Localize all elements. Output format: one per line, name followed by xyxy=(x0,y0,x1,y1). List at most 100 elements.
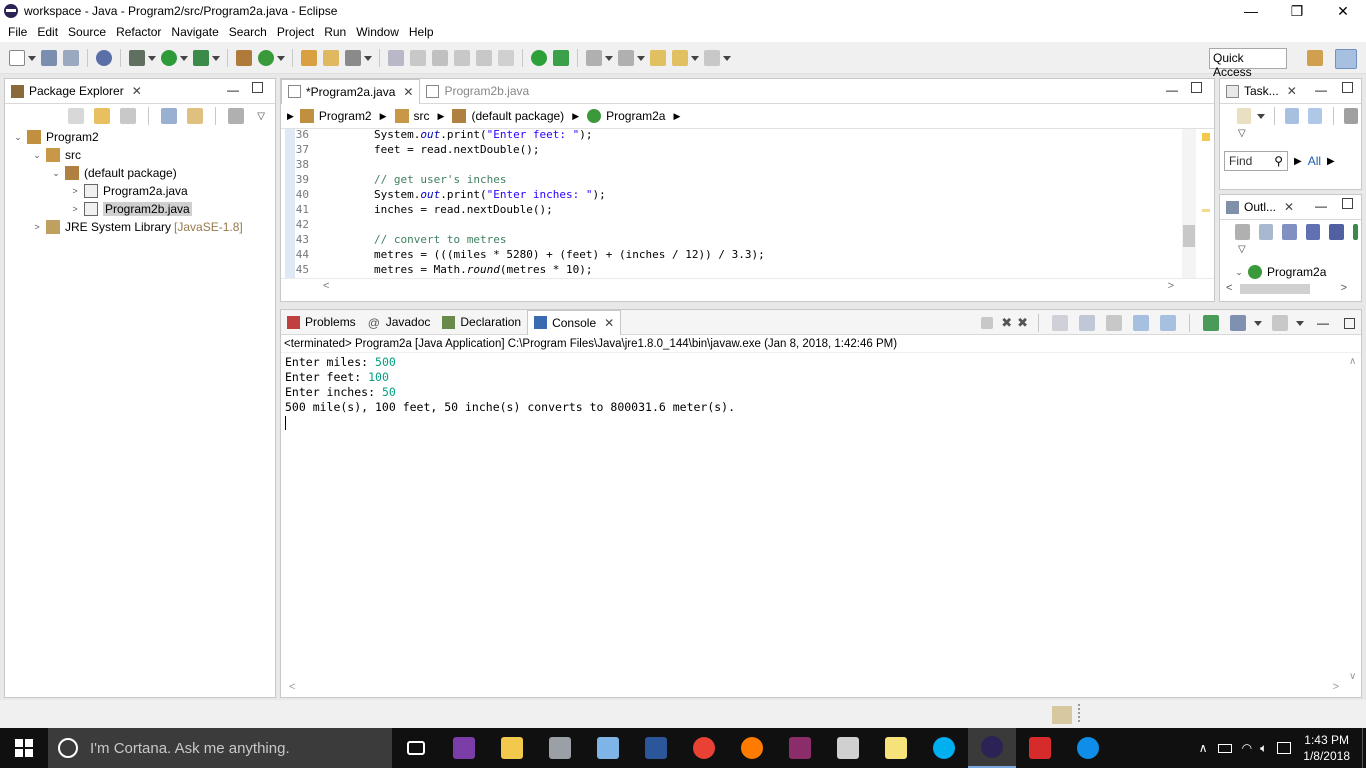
tab-task-list[interactable]: Task... ✕ xyxy=(1220,79,1303,104)
debug-icon[interactable] xyxy=(129,49,145,66)
menu-project[interactable]: Project xyxy=(273,25,320,39)
remove-all-icon[interactable]: ✖ xyxy=(1017,315,1028,331)
volume-muted-icon[interactable]: 🔈︎ xyxy=(1260,741,1267,756)
new-icon[interactable] xyxy=(9,49,25,66)
scheduled-icon[interactable] xyxy=(1308,108,1322,124)
horizontal-scrollbar[interactable]: < > xyxy=(281,681,1361,697)
taskbar-app[interactable] xyxy=(920,728,968,768)
hide-nonpublic-icon[interactable] xyxy=(1352,224,1359,240)
code-line[interactable]: 38 xyxy=(287,157,765,172)
menu-search[interactable]: Search xyxy=(225,25,273,39)
taskbar-app[interactable] xyxy=(536,728,584,768)
taskbar-app[interactable] xyxy=(968,728,1016,768)
tab-console[interactable]: Console ✕ xyxy=(527,309,622,335)
show-whitespace-icon[interactable] xyxy=(476,49,492,66)
collapse-icon[interactable] xyxy=(1258,224,1274,240)
code-area[interactable]: 36 System.out.print("Enter feet: "); 37 f… xyxy=(287,129,765,277)
maximize-view-icon[interactable] xyxy=(1344,317,1355,329)
code-line[interactable]: 42 xyxy=(287,217,765,232)
dropdown-icon[interactable] xyxy=(28,55,36,61)
focus-icon[interactable] xyxy=(228,108,245,124)
minimize-button[interactable]: — xyxy=(1228,0,1274,22)
collapse-all-icon[interactable] xyxy=(161,108,178,124)
minimize-view-icon[interactable]: — xyxy=(1315,199,1327,213)
word-wrap-icon[interactable] xyxy=(1106,315,1122,331)
console-output[interactable]: Enter miles: 500 Enter feet: 100 Enter inc… xyxy=(281,353,1361,417)
editor-tab[interactable]: Program2b.java xyxy=(420,79,535,104)
hide-fields-icon[interactable] xyxy=(1305,224,1321,240)
clear-console-icon[interactable] xyxy=(1052,315,1068,331)
format-icon[interactable] xyxy=(432,49,448,66)
open-folder-icon[interactable] xyxy=(323,49,339,66)
updates-icon[interactable] xyxy=(1052,706,1072,724)
forward-icon[interactable] xyxy=(704,49,720,66)
play-icon[interactable]: ▶ xyxy=(1327,156,1335,167)
dropdown-icon[interactable] xyxy=(212,55,220,61)
collapsed-twisty-icon[interactable]: > xyxy=(70,186,80,196)
code-line[interactable]: 44 metres = (((miles * 5280) + (feet) + … xyxy=(287,247,765,262)
dropdown-icon[interactable] xyxy=(180,55,188,61)
taskbar-app[interactable] xyxy=(776,728,824,768)
tab-outline[interactable]: Outl... ✕ xyxy=(1220,195,1300,220)
code-line[interactable]: 40 System.out.print("Enter inches: "); xyxy=(287,187,765,202)
minimize-view-icon[interactable]: — xyxy=(227,83,239,97)
taskbar-app[interactable] xyxy=(1064,728,1112,768)
editor-tab[interactable]: *Program2a.java ✕ xyxy=(281,78,421,104)
menu-run[interactable]: Run xyxy=(320,25,352,39)
dropdown-icon[interactable] xyxy=(605,55,613,61)
chevron-up-icon[interactable]: ∧ xyxy=(1199,741,1208,755)
annotation-icon[interactable] xyxy=(388,49,404,66)
close-icon[interactable]: ✕ xyxy=(1284,200,1294,214)
forward-nav-icon[interactable] xyxy=(94,108,111,124)
view-menu-icon[interactable]: ▽ xyxy=(1220,128,1361,148)
tab-problems[interactable]: Problems xyxy=(281,310,362,335)
green-square-icon[interactable] xyxy=(553,49,569,66)
dropdown-icon[interactable] xyxy=(637,55,645,61)
maximize-view-icon[interactable] xyxy=(1342,198,1353,209)
menu-navigate[interactable]: Navigate xyxy=(167,25,224,39)
dropdown-icon[interactable] xyxy=(691,55,699,61)
tree-item[interactable]: ⌄ src xyxy=(5,146,275,164)
terminate-icon[interactable] xyxy=(981,317,994,329)
breadcrumb-arrow-icon[interactable]: ▶ xyxy=(572,111,579,122)
up-icon[interactable] xyxy=(120,108,137,124)
minimize-view-icon[interactable]: — xyxy=(1315,83,1327,97)
scroll-right-icon[interactable]: > xyxy=(1341,282,1347,294)
taskbar-app[interactable] xyxy=(1016,728,1064,768)
show-desktop-button[interactable] xyxy=(1362,728,1366,768)
pen-icon[interactable] xyxy=(410,49,426,66)
code-line[interactable]: 36 System.out.print("Enter feet: "); xyxy=(287,129,765,142)
focus-icon[interactable] xyxy=(1235,224,1250,240)
taskbar-app[interactable] xyxy=(488,728,536,768)
taskbar-app[interactable] xyxy=(872,728,920,768)
all-link[interactable]: All xyxy=(1308,154,1321,168)
horizontal-scrollbar[interactable] xyxy=(1240,284,1310,294)
find-input[interactable]: Find ⚲ xyxy=(1224,151,1288,171)
expanded-twisty-icon[interactable]: ⌄ xyxy=(51,168,61,179)
save-icon[interactable] xyxy=(41,49,57,66)
menu-source[interactable]: Source xyxy=(64,25,112,39)
breadcrumb-arrow-icon[interactable]: ▶ xyxy=(287,111,294,122)
dropdown-icon[interactable] xyxy=(1256,113,1265,119)
breadcrumb-item[interactable]: Program2 xyxy=(319,109,372,123)
tree-item[interactable]: ⌄ Program2 xyxy=(5,128,275,146)
run-icon[interactable] xyxy=(161,49,177,66)
outline-item[interactable]: Program2a xyxy=(1267,265,1326,279)
remove-launch-icon[interactable]: ✖ xyxy=(1001,315,1012,331)
dropdown-icon[interactable] xyxy=(277,55,285,61)
menu-edit[interactable]: Edit xyxy=(33,25,64,39)
new-java-class-icon[interactable] xyxy=(258,49,274,66)
minimize-view-icon[interactable]: — xyxy=(1166,83,1178,97)
code-line[interactable]: 41 inches = read.nextDouble(); xyxy=(287,202,765,217)
vertical-scrollbar[interactable] xyxy=(1182,129,1196,278)
taskbar-app[interactable] xyxy=(440,728,488,768)
menu-file[interactable]: File xyxy=(4,25,33,39)
green-circle-icon[interactable] xyxy=(531,49,547,66)
breadcrumb-arrow-icon[interactable]: ▶ xyxy=(438,111,445,122)
java-perspective-icon[interactable] xyxy=(1335,49,1357,69)
quick-access-input[interactable]: Quick Access xyxy=(1209,48,1287,79)
focus-icon[interactable] xyxy=(1344,108,1359,124)
next-annotation-icon[interactable] xyxy=(586,49,602,66)
play-icon[interactable]: ▶ xyxy=(1294,156,1302,167)
tab-javadoc[interactable]: @ Javadoc xyxy=(362,310,437,335)
